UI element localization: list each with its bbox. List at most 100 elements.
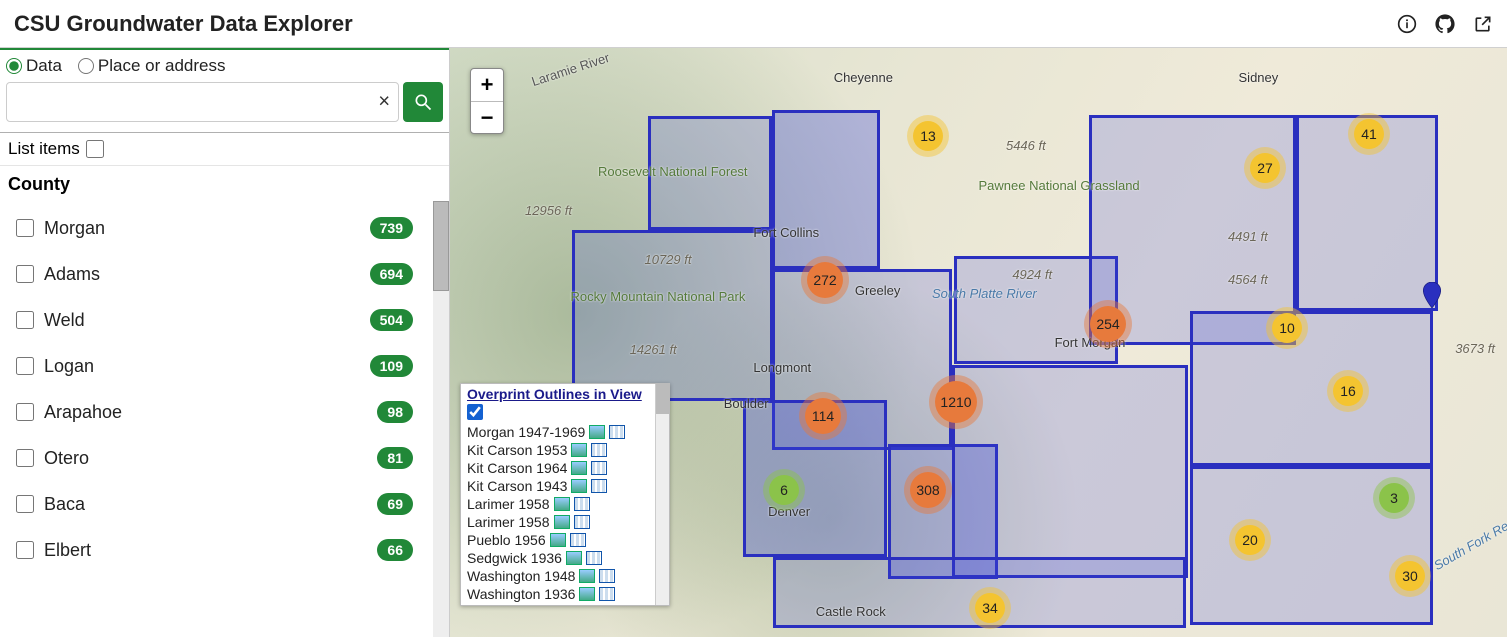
legend-scroll-thumb[interactable] xyxy=(656,384,669,414)
overprint-row[interactable]: Sedgwick 1936 xyxy=(467,549,653,567)
facet-checkbox[interactable] xyxy=(16,449,34,467)
facet-item[interactable]: Baca69 xyxy=(16,481,413,527)
map-cluster[interactable]: 41 xyxy=(1354,119,1384,149)
map-cluster[interactable]: 1210 xyxy=(935,381,977,423)
facet-checkbox[interactable] xyxy=(16,541,34,559)
overprint-row[interactable]: Morgan 1947-1969 xyxy=(467,423,653,441)
facet-checkbox[interactable] xyxy=(16,219,34,237)
image-icon[interactable] xyxy=(566,551,582,565)
search-button[interactable] xyxy=(403,82,443,122)
map-label-rmnp: Rocky Mountain National Park xyxy=(570,289,745,304)
info-icon[interactable] xyxy=(1397,14,1417,34)
map-icon[interactable] xyxy=(591,479,607,493)
map-marker[interactable] xyxy=(1423,282,1441,308)
zoom-in-button[interactable]: + xyxy=(471,69,503,101)
county-poly[interactable] xyxy=(772,110,880,268)
list-items-toggle[interactable]: List items xyxy=(0,133,449,166)
radio-data-input[interactable] xyxy=(6,58,22,74)
app-title: CSU Groundwater Data Explorer xyxy=(14,11,353,37)
facet-scrollbar[interactable] xyxy=(433,201,449,637)
map[interactable]: Cheyenne Sidney Fort Collins Greeley Lon… xyxy=(450,48,1507,637)
facet-item[interactable]: Weld504 xyxy=(16,297,413,343)
overprint-row-label: Kit Carson 1943 xyxy=(467,478,567,494)
map-cluster[interactable]: 10 xyxy=(1272,313,1302,343)
map-label-e5446: 5446 ft xyxy=(1006,138,1046,153)
county-poly[interactable] xyxy=(952,365,1188,578)
map-icon[interactable] xyxy=(574,515,590,529)
list-items-label: List items xyxy=(8,139,80,159)
facet-count-badge: 69 xyxy=(377,493,413,515)
overprint-checkbox[interactable] xyxy=(467,404,483,420)
image-icon[interactable] xyxy=(579,569,595,583)
radio-place-input[interactable] xyxy=(78,58,94,74)
map-icon[interactable] xyxy=(570,533,586,547)
map-icon[interactable] xyxy=(599,587,615,601)
facet-scroll-thumb[interactable] xyxy=(433,201,449,291)
map-cluster[interactable]: 3 xyxy=(1379,483,1409,513)
facet-item[interactable]: Logan109 xyxy=(16,343,413,389)
facet-item[interactable]: Otero81 xyxy=(16,435,413,481)
sidebar: Data Place or address × List items xyxy=(0,48,450,637)
overprint-row[interactable]: Washington 1936 xyxy=(467,585,653,603)
map-cluster[interactable]: 272 xyxy=(807,262,843,298)
overprint-row-label: Washington 1936 xyxy=(467,586,575,602)
image-icon[interactable] xyxy=(589,425,605,439)
facet-item[interactable]: Adams694 xyxy=(16,251,413,297)
image-icon[interactable] xyxy=(550,533,566,547)
map-icon[interactable] xyxy=(591,461,607,475)
map-cluster[interactable]: 34 xyxy=(975,593,1005,623)
facet-checkbox[interactable] xyxy=(16,403,34,421)
image-icon[interactable] xyxy=(571,443,587,457)
overprint-row[interactable]: Kit Carson 1964 xyxy=(467,459,653,477)
zoom-out-button[interactable]: − xyxy=(471,101,503,133)
external-link-icon[interactable] xyxy=(1473,14,1493,34)
overprint-row[interactable]: Kit Carson 1953 xyxy=(467,441,653,459)
overprint-row[interactable]: Larimer 1958 xyxy=(467,495,653,513)
list-items-checkbox[interactable] xyxy=(86,140,104,158)
facet-county-list[interactable]: Morgan739Adams694Weld504Logan109Arapahoe… xyxy=(0,201,433,637)
facet-checkbox[interactable] xyxy=(16,357,34,375)
map-cluster[interactable]: 13 xyxy=(913,121,943,151)
image-icon[interactable] xyxy=(554,497,570,511)
map-cluster[interactable]: 30 xyxy=(1395,561,1425,591)
overprint-title[interactable]: Overprint Outlines in View xyxy=(467,386,653,402)
legend-scrollbar[interactable] xyxy=(655,384,669,605)
map-icon[interactable] xyxy=(591,443,607,457)
county-poly[interactable] xyxy=(1190,311,1433,465)
map-cluster[interactable]: 20 xyxy=(1235,525,1265,555)
map-cluster[interactable]: 6 xyxy=(769,475,799,505)
radio-data[interactable]: Data xyxy=(6,56,62,76)
image-icon[interactable] xyxy=(571,479,587,493)
map-cluster[interactable]: 114 xyxy=(805,398,841,434)
image-icon[interactable] xyxy=(579,587,595,601)
map-icon[interactable] xyxy=(574,497,590,511)
search-input[interactable] xyxy=(7,83,398,121)
map-cluster[interactable]: 27 xyxy=(1250,153,1280,183)
map-icon[interactable] xyxy=(586,551,602,565)
image-icon[interactable] xyxy=(571,461,587,475)
facet-checkbox[interactable] xyxy=(16,311,34,329)
overprint-row-label: Pueblo 1956 xyxy=(467,532,546,548)
map-icon[interactable] xyxy=(609,425,625,439)
facet-checkbox[interactable] xyxy=(16,495,34,513)
facet-item[interactable]: Morgan739 xyxy=(16,205,413,251)
map-icon[interactable] xyxy=(599,569,615,583)
overprint-row-label: Kit Carson 1953 xyxy=(467,442,567,458)
clear-icon[interactable]: × xyxy=(378,91,390,114)
overprint-row[interactable]: Larimer 1958 xyxy=(467,513,653,531)
facet-item[interactable]: Arapahoe98 xyxy=(16,389,413,435)
image-icon[interactable] xyxy=(554,515,570,529)
github-icon[interactable] xyxy=(1435,14,1455,34)
overprint-row[interactable]: Pueblo 1956 xyxy=(467,531,653,549)
map-cluster[interactable]: 16 xyxy=(1333,376,1363,406)
overprint-row[interactable]: Washington 1948 xyxy=(467,567,653,585)
map-cluster[interactable]: 254 xyxy=(1090,306,1126,342)
facet-checkbox[interactable] xyxy=(16,265,34,283)
map-cluster[interactable]: 308 xyxy=(910,472,946,508)
header-actions xyxy=(1397,14,1493,34)
facet-label: Morgan xyxy=(44,218,105,239)
facet-count-badge: 694 xyxy=(370,263,413,285)
overprint-row[interactable]: Kit Carson 1943 xyxy=(467,477,653,495)
facet-item[interactable]: Elbert66 xyxy=(16,527,413,573)
radio-place[interactable]: Place or address xyxy=(78,56,226,76)
